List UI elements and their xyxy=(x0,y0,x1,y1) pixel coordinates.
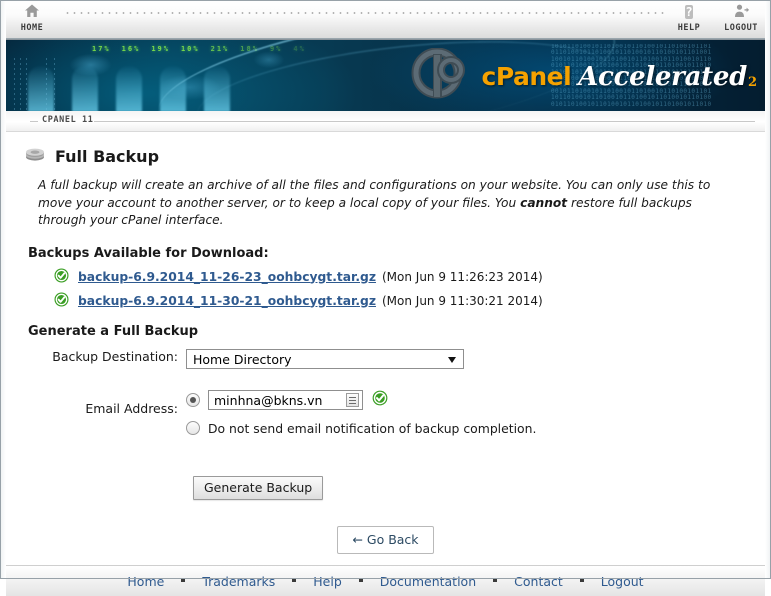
backup-disk-icon xyxy=(24,146,46,166)
breadcrumb: CPANEL 11 xyxy=(6,111,765,132)
toolbar-home-label: HOME xyxy=(20,23,44,33)
toolbar-logout-button[interactable]: LOGOUT xyxy=(717,2,765,33)
no-email-line: Do not send email notification of backup… xyxy=(186,421,536,436)
cpanel-logo: cPanel Accelerated 2 xyxy=(410,46,757,108)
backup-destination-select[interactable]: Home Directory xyxy=(186,348,464,369)
backup-list: backup-6.9.2014_11-26-23_oohbcygt.tar.gz… xyxy=(6,268,765,310)
question-mark-icon: ? xyxy=(665,2,713,22)
radio-no-email[interactable] xyxy=(186,421,200,435)
cpanel-cp-mark-icon xyxy=(410,47,480,107)
generate-backup-heading: Generate a Full Backup xyxy=(28,323,199,339)
intro-text-bold: cannot xyxy=(520,195,568,210)
generate-button-wrapper: Generate Backup xyxy=(193,475,765,500)
logo-version-text: 2 xyxy=(747,75,757,90)
email-address-row: Email Address: minhna@bkns.vn Do not sen… xyxy=(6,389,765,436)
backup-download-link[interactable]: backup-6.9.2014_11-30-21_oohbcygt.tar.gz xyxy=(78,294,376,308)
toolbar-help-button[interactable]: ? HELP xyxy=(665,2,713,33)
header-banner: 17% 16% 19% 10% 21% 18% 9% 4% 10101101001011010… xyxy=(6,39,765,111)
footer-link-home[interactable]: Home xyxy=(127,574,164,589)
breadcrumb-rule-right xyxy=(94,121,755,122)
no-email-label: Do not send email notification of backup… xyxy=(208,420,537,436)
intro-paragraph: A full backup will create an archive of … xyxy=(38,177,737,230)
chevron-down-icon xyxy=(448,356,456,363)
main-content: Full Backup A full backup will create an… xyxy=(6,132,765,565)
footer-link-trademarks[interactable]: Trademarks xyxy=(202,574,275,589)
backups-available-heading: Backups Available for Download: xyxy=(28,245,269,261)
generate-backup-button[interactable]: Generate Backup xyxy=(193,475,324,500)
list-item[interactable]: backup-6.9.2014_11-26-23_oohbcygt.tar.gz… xyxy=(54,268,765,286)
green-check-icon xyxy=(54,292,69,310)
home-icon xyxy=(8,2,56,22)
person-logout-icon xyxy=(717,2,765,22)
radio-send-email[interactable] xyxy=(186,392,200,407)
footer-link-contact[interactable]: Contact xyxy=(514,574,563,589)
email-field-wrapper xyxy=(208,389,363,411)
go-back-wrapper: ← Go Back xyxy=(6,525,765,554)
backup-destination-value: Home Directory xyxy=(193,351,292,367)
breadcrumb-label[interactable]: CPANEL 11 xyxy=(42,115,93,125)
footer: Home Trademarks Help Documentation Conta… xyxy=(6,565,765,596)
generate-backup-form: Backup Destination: Home Directory Email… xyxy=(6,348,765,554)
backup-destination-row: Backup Destination: Home Directory xyxy=(6,348,765,369)
email-address-label: Email Address: xyxy=(85,400,178,416)
email-input-line xyxy=(186,389,536,411)
email-field[interactable] xyxy=(212,390,340,411)
toolbar-dotted-separator xyxy=(64,11,665,14)
help-glyph: ? xyxy=(685,5,693,19)
green-check-icon xyxy=(54,268,69,286)
list-item[interactable]: backup-6.9.2014_11-30-21_oohbcygt.tar.gz… xyxy=(54,292,765,310)
logo-accelerated-text: Accelerated xyxy=(578,62,747,92)
footer-link-documentation[interactable]: Documentation xyxy=(380,574,476,589)
breadcrumb-rule-left xyxy=(30,121,38,122)
backup-date-label: (Mon Jun 9 11:30:21 2014) xyxy=(381,293,543,308)
toolbar-help-label: HELP xyxy=(677,23,701,33)
email-picker-button[interactable] xyxy=(346,392,359,407)
backup-download-link[interactable]: backup-6.9.2014_11-26-23_oohbcygt.tar.gz xyxy=(78,270,376,284)
email-valid-check-icon xyxy=(372,390,388,409)
page-title-text: Full Backup xyxy=(55,146,160,166)
top-toolbar: HOME ? HELP LOGOUT xyxy=(0,0,771,39)
backup-date-label: (Mon Jun 9 11:26:23 2014) xyxy=(381,269,543,284)
window-edge-right xyxy=(765,0,771,579)
go-back-button[interactable]: ← Go Back xyxy=(337,525,434,554)
footer-link-help[interactable]: Help xyxy=(313,574,342,589)
logo-cpanel-text: cPanel xyxy=(481,62,572,91)
footer-link-logout[interactable]: Logout xyxy=(601,574,644,589)
page-title: Full Backup xyxy=(24,146,765,166)
toolbar-home-button[interactable]: HOME xyxy=(8,2,56,33)
backup-destination-label: Backup Destination: xyxy=(52,348,178,364)
toolbar-logout-label: LOGOUT xyxy=(724,23,758,33)
cpanel-page: HOME ? HELP LOGOUT 17% 16% 19% 10% 21% 1… xyxy=(0,0,771,596)
window-edge-left xyxy=(0,0,6,579)
